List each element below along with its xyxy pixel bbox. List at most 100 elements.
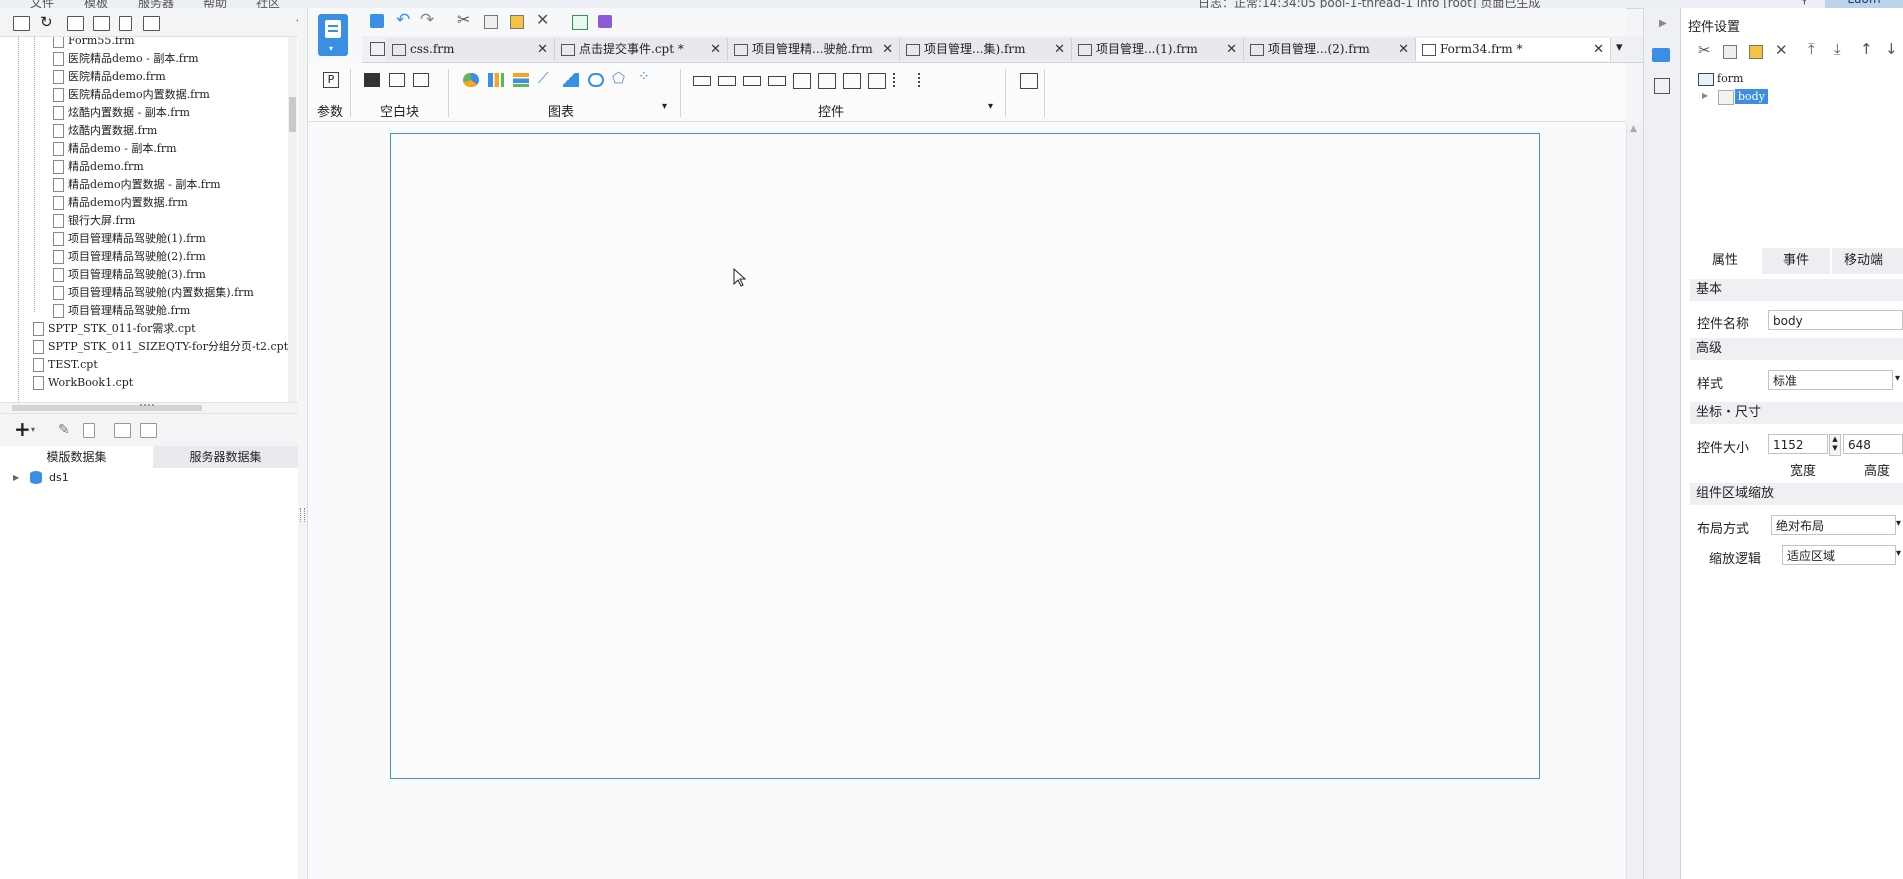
component-library-icon[interactable] (1654, 78, 1670, 94)
file-item[interactable]: TEST.cpt (33, 356, 98, 373)
width-stepper[interactable]: ▲ ▼ (1829, 434, 1841, 456)
number-widget-icon[interactable] (843, 73, 861, 89)
search-widget-icon[interactable] (1020, 73, 1038, 89)
tab-server-dataset[interactable]: 服务器数据集 (153, 446, 298, 468)
close-icon[interactable]: ✕ (1593, 38, 1604, 61)
file-item[interactable]: 医院精品demo内置数据.frm (53, 86, 210, 103)
gauge-chart-icon[interactable] (588, 73, 604, 87)
widget-name-field[interactable]: body (1768, 310, 1903, 330)
horizontal-bar-icon[interactable] (513, 73, 529, 87)
widget-more-icon[interactable]: ▾ (988, 101, 993, 112)
checkbox-widget-icon[interactable] (893, 73, 911, 87)
user-badge[interactable]: Luofn (1825, 0, 1903, 8)
file-item[interactable]: 精品demo内置数据 - 副本.frm (53, 176, 221, 193)
file-item[interactable]: 银行大屏.frm (53, 212, 135, 229)
close-icon[interactable]: ✕ (1398, 38, 1409, 61)
combo-widget-icon[interactable] (768, 76, 786, 86)
file-item[interactable]: 精品demo内置数据.frm (53, 194, 188, 211)
radio-widget-icon[interactable] (918, 73, 936, 87)
text-widget-icon[interactable] (743, 76, 761, 86)
parameter-icon[interactable]: P (323, 72, 339, 88)
document-tab[interactable]: 项目管理精...驶舱.frm ✕ (728, 38, 900, 61)
delete-icon[interactable] (119, 16, 132, 31)
layout-select[interactable]: 绝对布局 (1771, 515, 1896, 535)
file-item[interactable]: 精品demo.frm (53, 158, 144, 175)
cut-icon[interactable]: ✂ (457, 10, 470, 29)
dropdown-icon[interactable]: ▾ (31, 425, 35, 434)
panel-splitter[interactable] (298, 8, 308, 879)
document-tab[interactable]: css.frm ✕ (386, 38, 555, 61)
document-tab[interactable]: 项目管理...集).frm ✕ (900, 38, 1072, 61)
grid-icon[interactable] (370, 42, 385, 56)
export-icon[interactable] (572, 15, 588, 30)
file-item[interactable]: 项目管理精品驾驶舱(1).frm (53, 230, 206, 247)
tab-list-icon[interactable]: ▾ (1616, 40, 1623, 55)
tab-template-dataset[interactable]: 模版数据集 (0, 446, 154, 468)
document-tab[interactable]: Form34.frm * ✕ (1416, 38, 1611, 61)
file-item[interactable]: SPTP_STK_011-for需求.cpt (33, 320, 196, 337)
section-scale[interactable]: 组件区域缩放 (1690, 483, 1903, 505)
add-icon[interactable]: + (14, 417, 31, 441)
canvas-scrollbar[interactable]: ▲ (1626, 122, 1643, 879)
expand-icon[interactable]: ▶ (1702, 91, 1708, 100)
button-widget-icon[interactable] (693, 76, 711, 86)
file-item[interactable]: SPTP_STK_011_SIZEQTY-for分组分页-t2.cpt (33, 338, 288, 355)
file-item[interactable]: 医院精品demo - 副本.frm (53, 50, 199, 67)
template-theme-icon[interactable] (598, 15, 612, 28)
redo-icon[interactable]: ↷ (420, 10, 434, 30)
file-item[interactable]: 项目管理精品驾驶舱.frm (53, 302, 190, 319)
edit-icon[interactable]: ✎ (58, 422, 70, 438)
height-input[interactable]: 648 (1843, 434, 1903, 454)
paste-widget-icon[interactable] (1749, 45, 1763, 59)
expand-icon[interactable]: ▶ (13, 473, 19, 482)
close-icon[interactable]: ✕ (1226, 38, 1237, 61)
scale-dropdown-icon[interactable]: ▾ (1896, 548, 1901, 559)
label-widget-icon[interactable] (718, 76, 736, 86)
file-item[interactable]: 精品demo - 副本.frm (53, 140, 177, 157)
widget-settings-icon[interactable] (1652, 48, 1670, 62)
area-chart-icon[interactable] (563, 73, 579, 87)
tab-mobile[interactable]: 移动端 (1832, 248, 1903, 274)
delete-widget-icon[interactable]: ✕ (1775, 41, 1788, 59)
file-tree-scrollbar[interactable] (288, 37, 297, 402)
close-icon[interactable]: ✕ (1054, 38, 1065, 61)
open-folder-icon[interactable] (13, 16, 30, 31)
move-bottom-icon[interactable]: ⤓ (1834, 40, 1841, 58)
form-body-canvas[interactable] (390, 133, 1540, 779)
properties-icon[interactable] (67, 16, 84, 31)
layout-dropdown-icon[interactable]: ▾ (1896, 518, 1901, 529)
file-item[interactable]: 炫酷内置数据.frm (53, 122, 157, 139)
style-select[interactable]: 标准 (1768, 370, 1893, 390)
radar-chart-icon[interactable]: ⬠ (612, 69, 625, 87)
copy-widget-icon[interactable] (1723, 45, 1737, 59)
close-icon[interactable]: ✕ (710, 38, 721, 61)
date-widget-icon[interactable] (793, 73, 811, 89)
refresh-icon[interactable]: ↻ (40, 13, 53, 31)
tab-events[interactable]: 事件 (1762, 248, 1830, 274)
move-up-icon[interactable]: ↑ (1860, 40, 1873, 58)
section-advanced[interactable]: 高级 (1690, 338, 1903, 360)
file-item[interactable]: 项目管理精品驾驶舱(内置数据集).frm (53, 284, 254, 301)
scale-select[interactable]: 适应区域 (1782, 545, 1896, 565)
move-top-icon[interactable]: ⤒ (1808, 40, 1815, 58)
section-coordinates[interactable]: 坐标・尺寸 (1690, 402, 1903, 424)
expand-right-icon[interactable]: ▶ (1659, 18, 1667, 29)
calendar-widget-icon[interactable] (818, 73, 836, 89)
tab-properties[interactable]: 属性 (1690, 248, 1760, 274)
close-icon[interactable]: ✕ (537, 38, 548, 61)
copy-icon[interactable] (484, 15, 498, 29)
file-item[interactable]: 医院精品demo.frm (53, 68, 166, 85)
document-tab[interactable]: 点击提交事件.cpt * ✕ (555, 38, 728, 61)
cut-widget-icon[interactable]: ✂ (1698, 41, 1711, 59)
textarea-widget-icon[interactable] (868, 73, 886, 89)
paste-icon[interactable] (510, 15, 524, 29)
style-dropdown-icon[interactable]: ▾ (1895, 373, 1900, 384)
file-item[interactable]: Form55.frm (53, 37, 135, 49)
close-icon[interactable]: ✕ (882, 38, 893, 61)
move-down-icon[interactable]: ↓ (1885, 40, 1898, 58)
file-item[interactable]: 炫酷内置数据 - 副本.frm (53, 104, 190, 121)
save-icon[interactable] (370, 14, 384, 28)
tree-node-form[interactable]: form (1717, 72, 1743, 85)
locate-icon[interactable] (93, 16, 110, 31)
file-item[interactable]: 项目管理精品驾驶舱(2).frm (53, 248, 206, 265)
